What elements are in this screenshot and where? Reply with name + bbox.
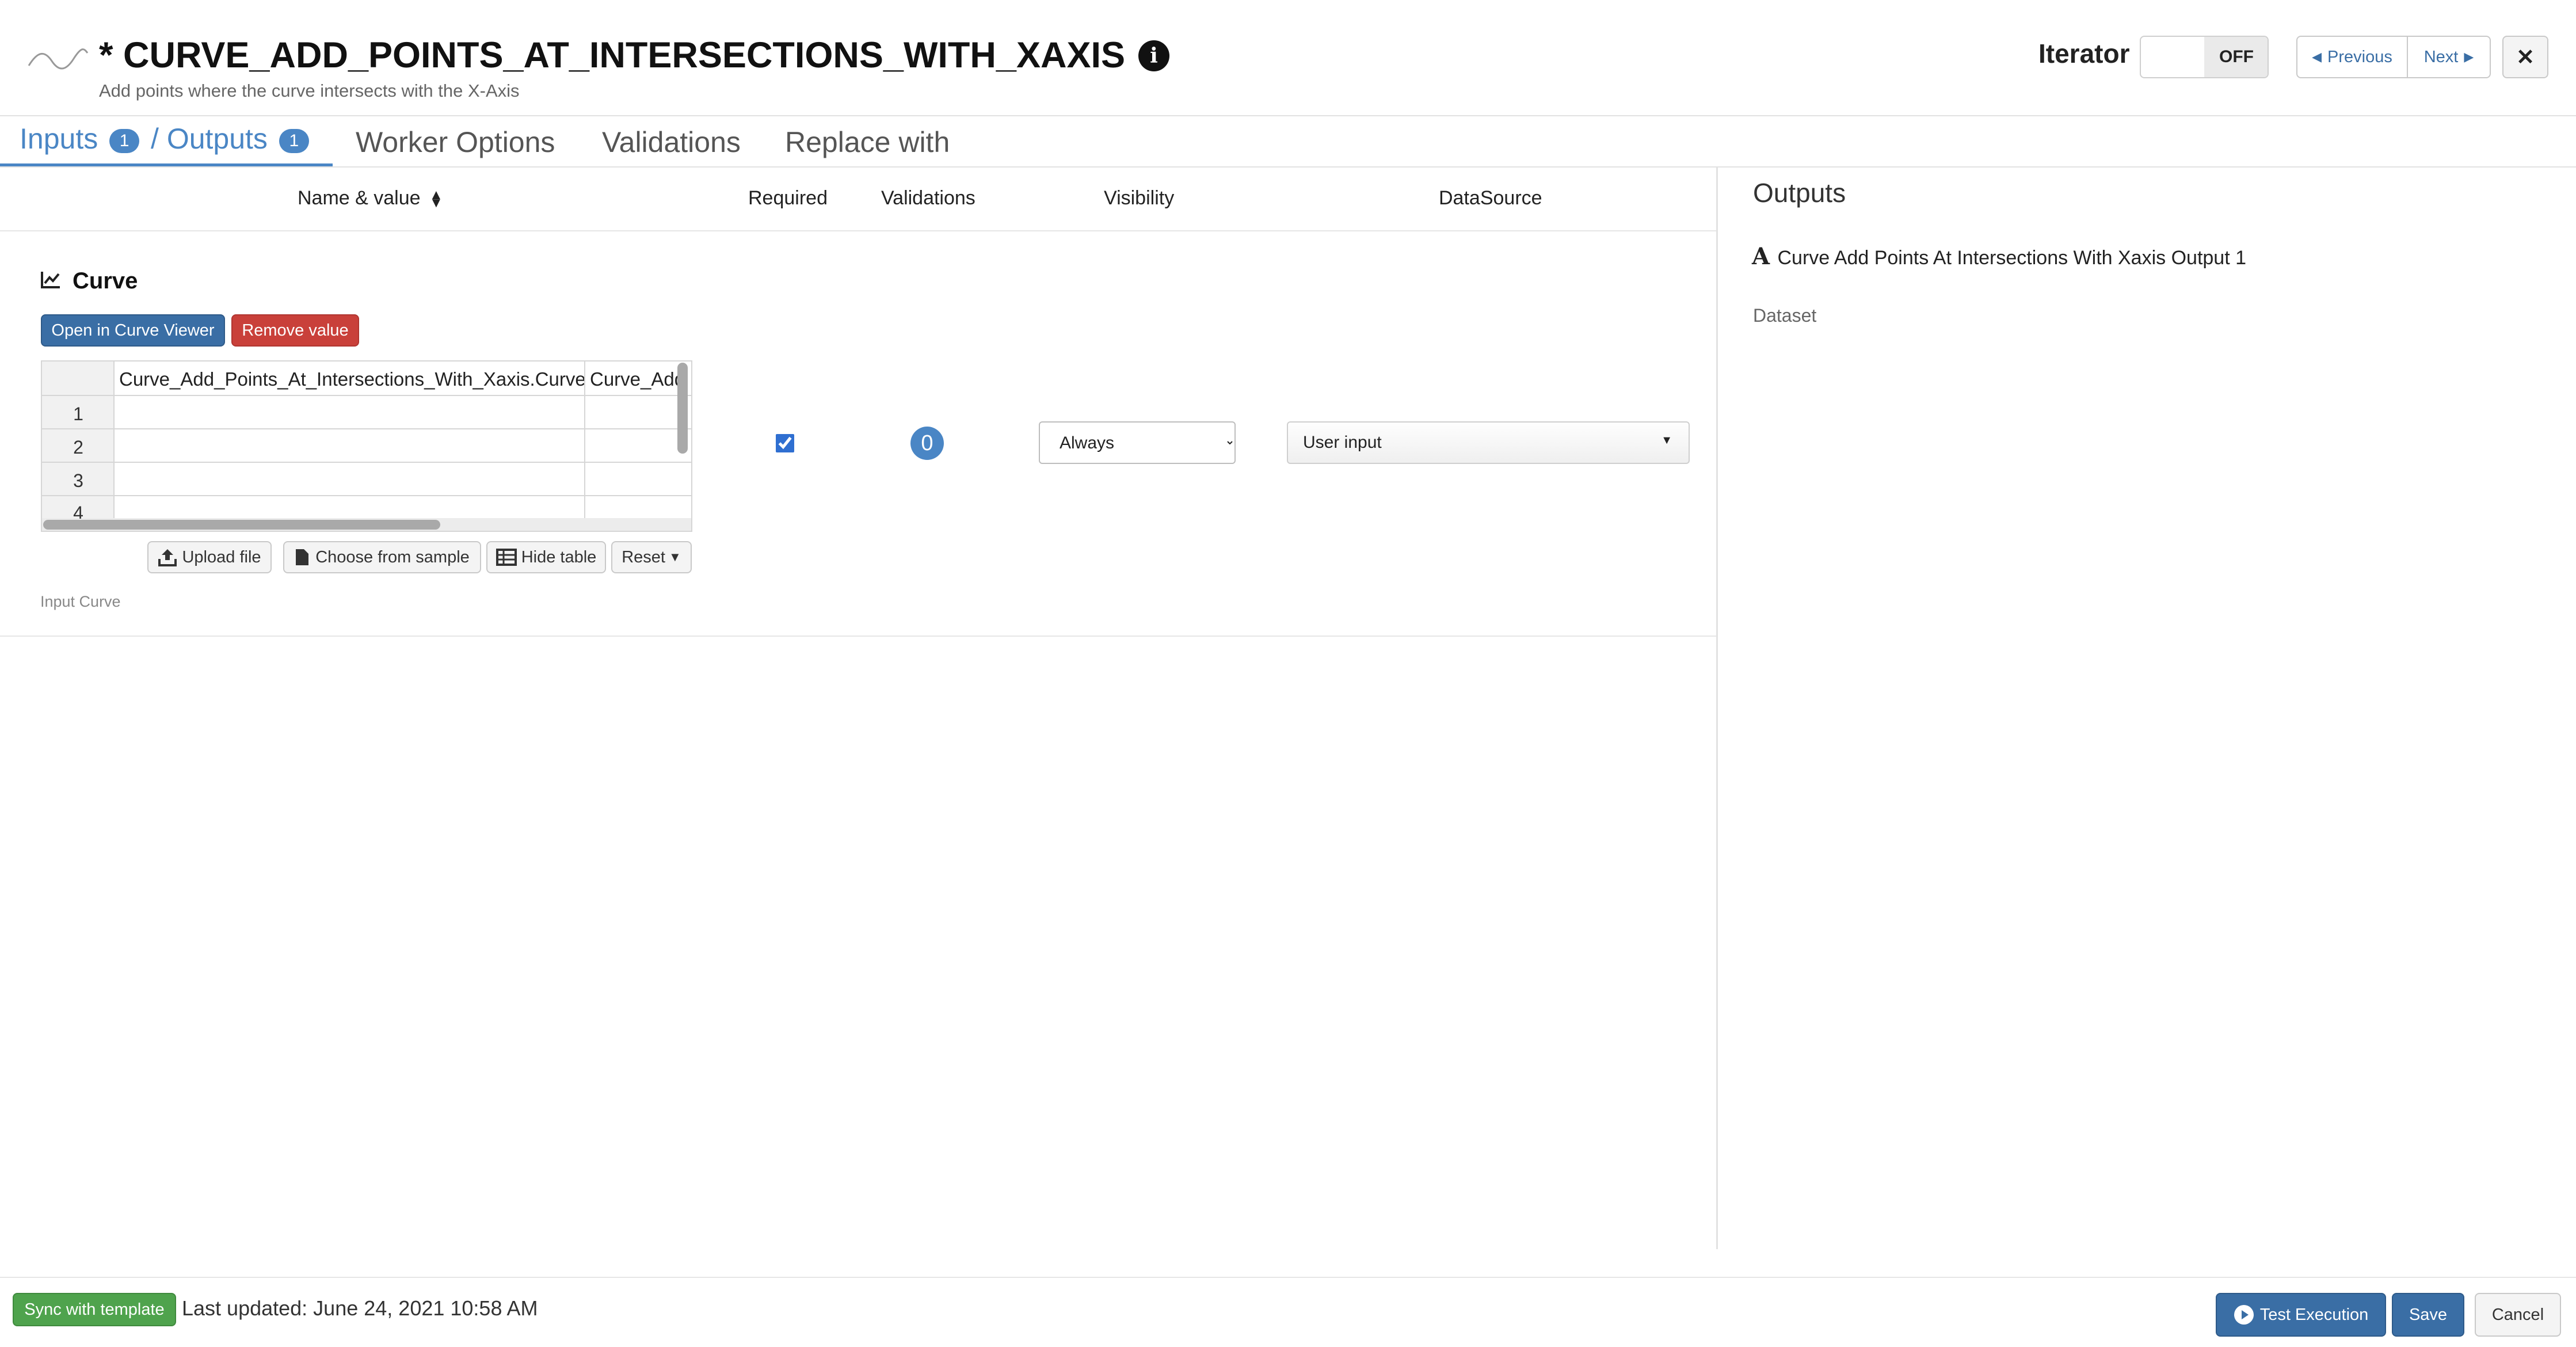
datasource-value: User input — [1303, 433, 1382, 452]
sync-with-template-button[interactable]: Sync with template — [13, 1293, 176, 1326]
vertical-scrollbar-thumb[interactable] — [677, 363, 688, 454]
upload-icon — [158, 547, 177, 567]
visibility-select[interactable]: Always — [1039, 421, 1236, 464]
column-required: Required — [748, 187, 828, 209]
curve-logo-icon — [28, 45, 89, 74]
hide-table-label: Hide table — [521, 547, 597, 566]
grid-cell[interactable] — [584, 395, 691, 429]
caret-down-icon: ▼ — [668, 550, 681, 564]
tab-inputs-outputs[interactable]: Inputs 1 / Outputs 1 — [20, 122, 313, 155]
caret-right-icon: ▶ — [2464, 50, 2474, 64]
close-button[interactable]: ✕ — [2502, 36, 2548, 78]
choose-from-sample-label: Choose from sample — [315, 547, 470, 566]
chart-icon — [40, 271, 61, 289]
remove-value-button[interactable]: Remove value — [231, 314, 359, 347]
output-item-type: Dataset — [1753, 305, 1817, 326]
tab-outputs-label: / Outputs — [151, 123, 268, 155]
grid-column-header[interactable]: Curve_Add — [584, 362, 691, 396]
grid-cell[interactable] — [113, 462, 585, 496]
output-item[interactable]: A Curve Add Points At Intersections With… — [1752, 243, 2246, 270]
tab-validations[interactable]: Validations — [602, 125, 741, 159]
open-in-curve-viewer-button[interactable]: Open in Curve Viewer — [41, 314, 225, 347]
row-number: 3 — [73, 470, 83, 491]
row-number: 4 — [73, 503, 83, 519]
table-icon — [496, 549, 517, 566]
row-number: 2 — [73, 437, 83, 458]
data-grid[interactable]: Curve_Add_Points_At_Intersections_With_X… — [41, 360, 692, 532]
panel-divider — [1716, 167, 1718, 1249]
input-description: Input Curve — [40, 593, 121, 610]
datasource-dropdown[interactable]: User input ▼ — [1287, 421, 1690, 464]
reset-dropdown-button[interactable]: Reset ▼ — [611, 541, 692, 573]
row-number: 1 — [73, 404, 83, 424]
save-button[interactable]: Save — [2392, 1293, 2464, 1337]
validations-count-badge[interactable]: 0 — [910, 427, 944, 460]
previous-button[interactable]: ◀ Previous — [2296, 36, 2408, 78]
grid-cell[interactable] — [113, 428, 585, 463]
font-icon: A — [1752, 243, 1770, 270]
grid-column-header-label: Curve_Add_Points_At_Intersections_With_X… — [119, 368, 585, 390]
next-button[interactable]: Next ▶ — [2407, 36, 2491, 78]
horizontal-scrollbar-thumb[interactable] — [43, 520, 440, 530]
outputs-heading: Outputs — [1753, 178, 1846, 208]
tab-inputs-label: Inputs — [20, 123, 98, 155]
column-validations: Validations — [881, 187, 975, 209]
outputs-count-badge: 1 — [279, 128, 309, 153]
header-divider — [0, 115, 2576, 116]
footer-divider — [0, 1277, 2576, 1278]
info-icon[interactable]: i — [1138, 40, 1169, 71]
iterator-toggle[interactable]: OFF — [2140, 36, 2269, 78]
page-title: * CURVE_ADD_POINTS_AT_INTERSECTIONS_WITH… — [99, 35, 1126, 75]
required-checkbox[interactable] — [776, 434, 794, 452]
tab-worker-options[interactable]: Worker Options — [356, 125, 555, 159]
grid-column-header-label: Curve_Add — [590, 368, 685, 390]
grid-corner — [42, 362, 115, 396]
grid-column-header[interactable]: Curve_Add_Points_At_Intersections_With_X… — [113, 362, 585, 396]
inputs-count-badge: 1 — [109, 128, 140, 153]
test-execution-label: Test Execution — [2259, 1305, 2369, 1324]
grid-cell[interactable] — [584, 462, 691, 496]
column-visibility: Visibility — [1104, 187, 1175, 209]
caret-down-icon: ▼ — [1661, 434, 1672, 447]
input-row-divider — [0, 636, 1717, 637]
caret-left-icon: ◀ — [2312, 50, 2322, 64]
grid-cell[interactable] — [584, 428, 691, 463]
file-icon — [295, 548, 310, 566]
iterator-label: Iterator — [2038, 39, 2130, 69]
column-name-value-label: Name & value — [298, 187, 421, 209]
reset-label: Reset — [622, 547, 665, 566]
last-updated-text: Last updated: June 24, 2021 10:58 AM — [182, 1296, 538, 1320]
iterator-state: OFF — [2204, 37, 2268, 77]
upload-file-button[interactable]: Upload file — [147, 541, 272, 573]
choose-from-sample-button[interactable]: Choose from sample — [283, 541, 481, 573]
output-item-label: Curve Add Points At Intersections With X… — [1777, 247, 2247, 269]
column-name-value[interactable]: Name & value ▲ ▼ — [298, 187, 443, 210]
next-label: Next — [2423, 47, 2459, 66]
tabs-divider — [0, 166, 2576, 168]
sort-icon: ▲ ▼ — [429, 187, 443, 211]
play-icon — [2234, 1304, 2254, 1325]
tab-replace-with[interactable]: Replace with — [785, 125, 950, 159]
header-row-divider — [0, 230, 1717, 231]
previous-label: Previous — [2327, 47, 2392, 66]
cancel-button[interactable]: Cancel — [2475, 1293, 2561, 1337]
upload-file-label: Upload file — [182, 547, 261, 566]
column-datasource: DataSource — [1439, 187, 1542, 209]
grid-cell[interactable] — [113, 395, 585, 429]
page-subtitle: Add points where the curve intersects wi… — [99, 81, 520, 101]
input-name: Curve — [73, 268, 138, 294]
hide-table-button[interactable]: Hide table — [486, 541, 606, 573]
close-icon: ✕ — [2516, 45, 2535, 70]
test-execution-button[interactable]: Test Execution — [2216, 1293, 2386, 1337]
